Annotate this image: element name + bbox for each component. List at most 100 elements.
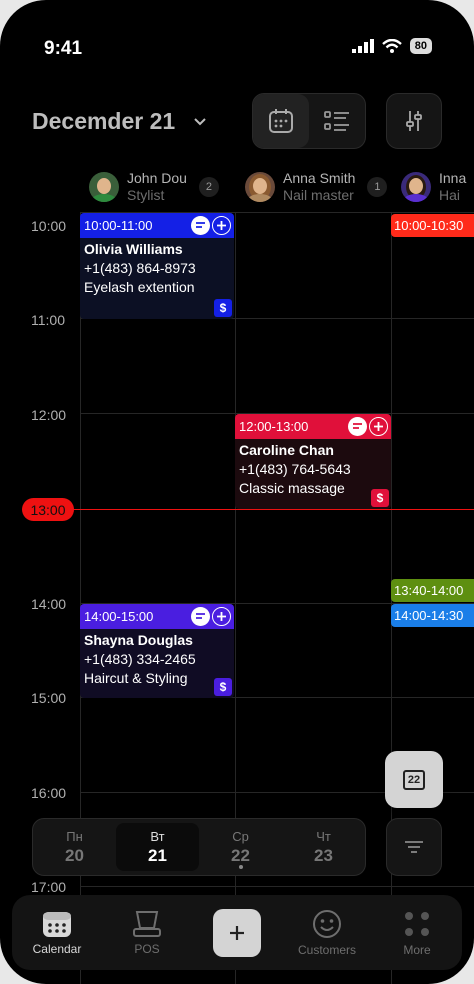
hour-label: 11:00 xyxy=(31,312,65,328)
service-name: Eyelash extention xyxy=(84,279,195,295)
calendar-view-button[interactable] xyxy=(253,94,309,148)
add-icon[interactable] xyxy=(369,417,388,436)
appointment-time: 14:00-15:00 xyxy=(84,609,154,624)
appointment-header: 14:00-15:00 xyxy=(80,604,234,629)
client-name: Shayna Douglas xyxy=(84,632,193,648)
hour-label: 16:00 xyxy=(31,785,67,801)
tab-label: POS xyxy=(134,941,160,956)
appointment-count-badge: 2 xyxy=(198,177,219,197)
tab-label: More xyxy=(403,942,431,957)
staff-name: Inna xyxy=(439,170,467,186)
add-appointment-button[interactable] xyxy=(213,908,261,957)
tab-customers[interactable]: Customers xyxy=(282,909,372,957)
tab-label: Calendar xyxy=(32,941,82,956)
avatar xyxy=(245,172,275,202)
comment-icon[interactable] xyxy=(191,607,210,626)
appointment-card[interactable]: 14:00-15:00 Shayna Douglas +1(483) 334-2… xyxy=(80,604,234,698)
status-bar: 9:41 80 xyxy=(0,0,474,96)
client-phone: +1(483) 764-5643 xyxy=(239,461,351,477)
client-name: Olivia Williams xyxy=(84,241,183,257)
day-number: 21 xyxy=(148,845,167,865)
appointment-card-partial[interactable]: 10:00-10:30 xyxy=(391,214,474,237)
week-day-selector: Пн 20 Вт 21 Ср 22 Чт 23 xyxy=(32,818,366,876)
sliders-icon xyxy=(406,111,422,131)
staff-role: Nail master xyxy=(283,187,354,203)
client-phone: +1(483) 864-8973 xyxy=(84,260,196,276)
staff-column-2[interactable]: Inna Hai xyxy=(401,168,466,206)
grid-dots-icon xyxy=(405,911,429,936)
appointment-card-partial[interactable]: 14:00-14:30 xyxy=(391,604,474,627)
week-day-wed[interactable]: Ср 22 xyxy=(199,819,282,875)
weekday-label: Пн xyxy=(66,828,83,844)
current-date: Decemder 21 xyxy=(32,108,176,134)
weekday-label: Вт xyxy=(150,828,165,844)
day-number: 23 xyxy=(314,845,333,865)
appointment-time: 12:00-13:00 xyxy=(239,419,309,434)
smiley-icon xyxy=(313,909,341,938)
status-icons: 80 xyxy=(351,38,432,54)
calendar-icon xyxy=(269,109,293,133)
payment-icon[interactable]: $ xyxy=(214,678,232,696)
service-name: Haircut & Styling xyxy=(84,670,188,686)
staff-name: John Dou xyxy=(127,170,187,186)
signal-icon xyxy=(351,39,374,53)
day-number: 20 xyxy=(65,845,84,865)
tab-add[interactable] xyxy=(192,908,282,957)
chevron-down-icon xyxy=(194,117,206,125)
bottom-tab-bar: Calendar POS Customers More xyxy=(12,895,462,970)
calendar-icon xyxy=(43,911,71,937)
status-time: 9:41 xyxy=(44,38,83,59)
appointment-count-badge: 1 xyxy=(367,177,388,197)
appointment-card[interactable]: 12:00-13:00 Caroline Chan +1(483) 764-56… xyxy=(235,414,391,509)
appointment-card-partial[interactable]: 13:40-14:00 xyxy=(391,579,474,602)
week-day-thu[interactable]: Чт 23 xyxy=(282,819,365,875)
grid-line xyxy=(80,886,474,887)
avatar xyxy=(89,172,119,202)
hour-label: 12:00 xyxy=(31,407,67,423)
battery-icon: 80 xyxy=(409,38,432,54)
list-view-button[interactable] xyxy=(309,94,365,148)
filter-lines-icon xyxy=(405,841,423,853)
appointment-header: 12:00-13:00 xyxy=(235,414,391,439)
date-selector[interactable]: Decemder 21 xyxy=(32,108,207,135)
add-icon[interactable] xyxy=(212,216,231,235)
pos-terminal-icon xyxy=(133,910,161,937)
plus-icon xyxy=(230,925,244,940)
tab-pos[interactable]: POS xyxy=(102,910,192,956)
go-to-today-button[interactable]: 22 xyxy=(385,751,443,808)
settings-sliders-button[interactable] xyxy=(386,93,442,149)
comment-icon[interactable] xyxy=(191,216,210,235)
comment-icon[interactable] xyxy=(348,417,367,436)
payment-icon[interactable]: $ xyxy=(371,489,389,507)
appointment-header: 10:00-11:00 xyxy=(80,213,234,238)
staff-name: Anna Smith xyxy=(283,170,356,186)
tab-more[interactable]: More xyxy=(372,909,462,957)
weekday-label: Чт xyxy=(316,828,331,844)
calendar-day-icon: 22 xyxy=(403,769,425,790)
staff-role: Stylist xyxy=(127,187,165,203)
staff-role: Hai xyxy=(439,187,461,203)
appointment-card[interactable]: 10:00-11:00 Olivia Williams +1(483) 864-… xyxy=(80,213,234,319)
hour-label: 14:00 xyxy=(31,596,67,612)
staff-column-1[interactable]: Anna Smith Nail master 1 xyxy=(245,168,388,206)
add-icon[interactable] xyxy=(212,607,231,626)
current-time-badge: 13:00 xyxy=(22,498,74,521)
payment-icon[interactable]: $ xyxy=(214,299,232,317)
tab-label: Customers xyxy=(297,942,356,957)
service-name: Classic massage xyxy=(239,480,345,496)
tab-calendar[interactable]: Calendar xyxy=(12,910,102,956)
week-day-tue[interactable]: Вт 21 xyxy=(116,823,199,871)
list-icon xyxy=(324,111,349,131)
appointment-time: 10:00-11:00 xyxy=(84,218,153,233)
hour-label: 17:00 xyxy=(31,879,67,895)
hour-label: 10:00 xyxy=(31,218,67,234)
week-day-mon[interactable]: Пн 20 xyxy=(33,819,116,875)
view-toggle xyxy=(252,93,366,149)
phone-screen: 9:41 80 Decemder 21 John Dou Stylist 2 A… xyxy=(0,0,474,984)
day-number: 22 xyxy=(231,845,250,865)
wifi-icon xyxy=(381,39,402,53)
client-name: Caroline Chan xyxy=(239,442,334,458)
staff-column-0[interactable]: John Dou Stylist 2 xyxy=(89,168,219,206)
filter-button[interactable] xyxy=(386,818,442,876)
current-time-line xyxy=(70,509,474,510)
